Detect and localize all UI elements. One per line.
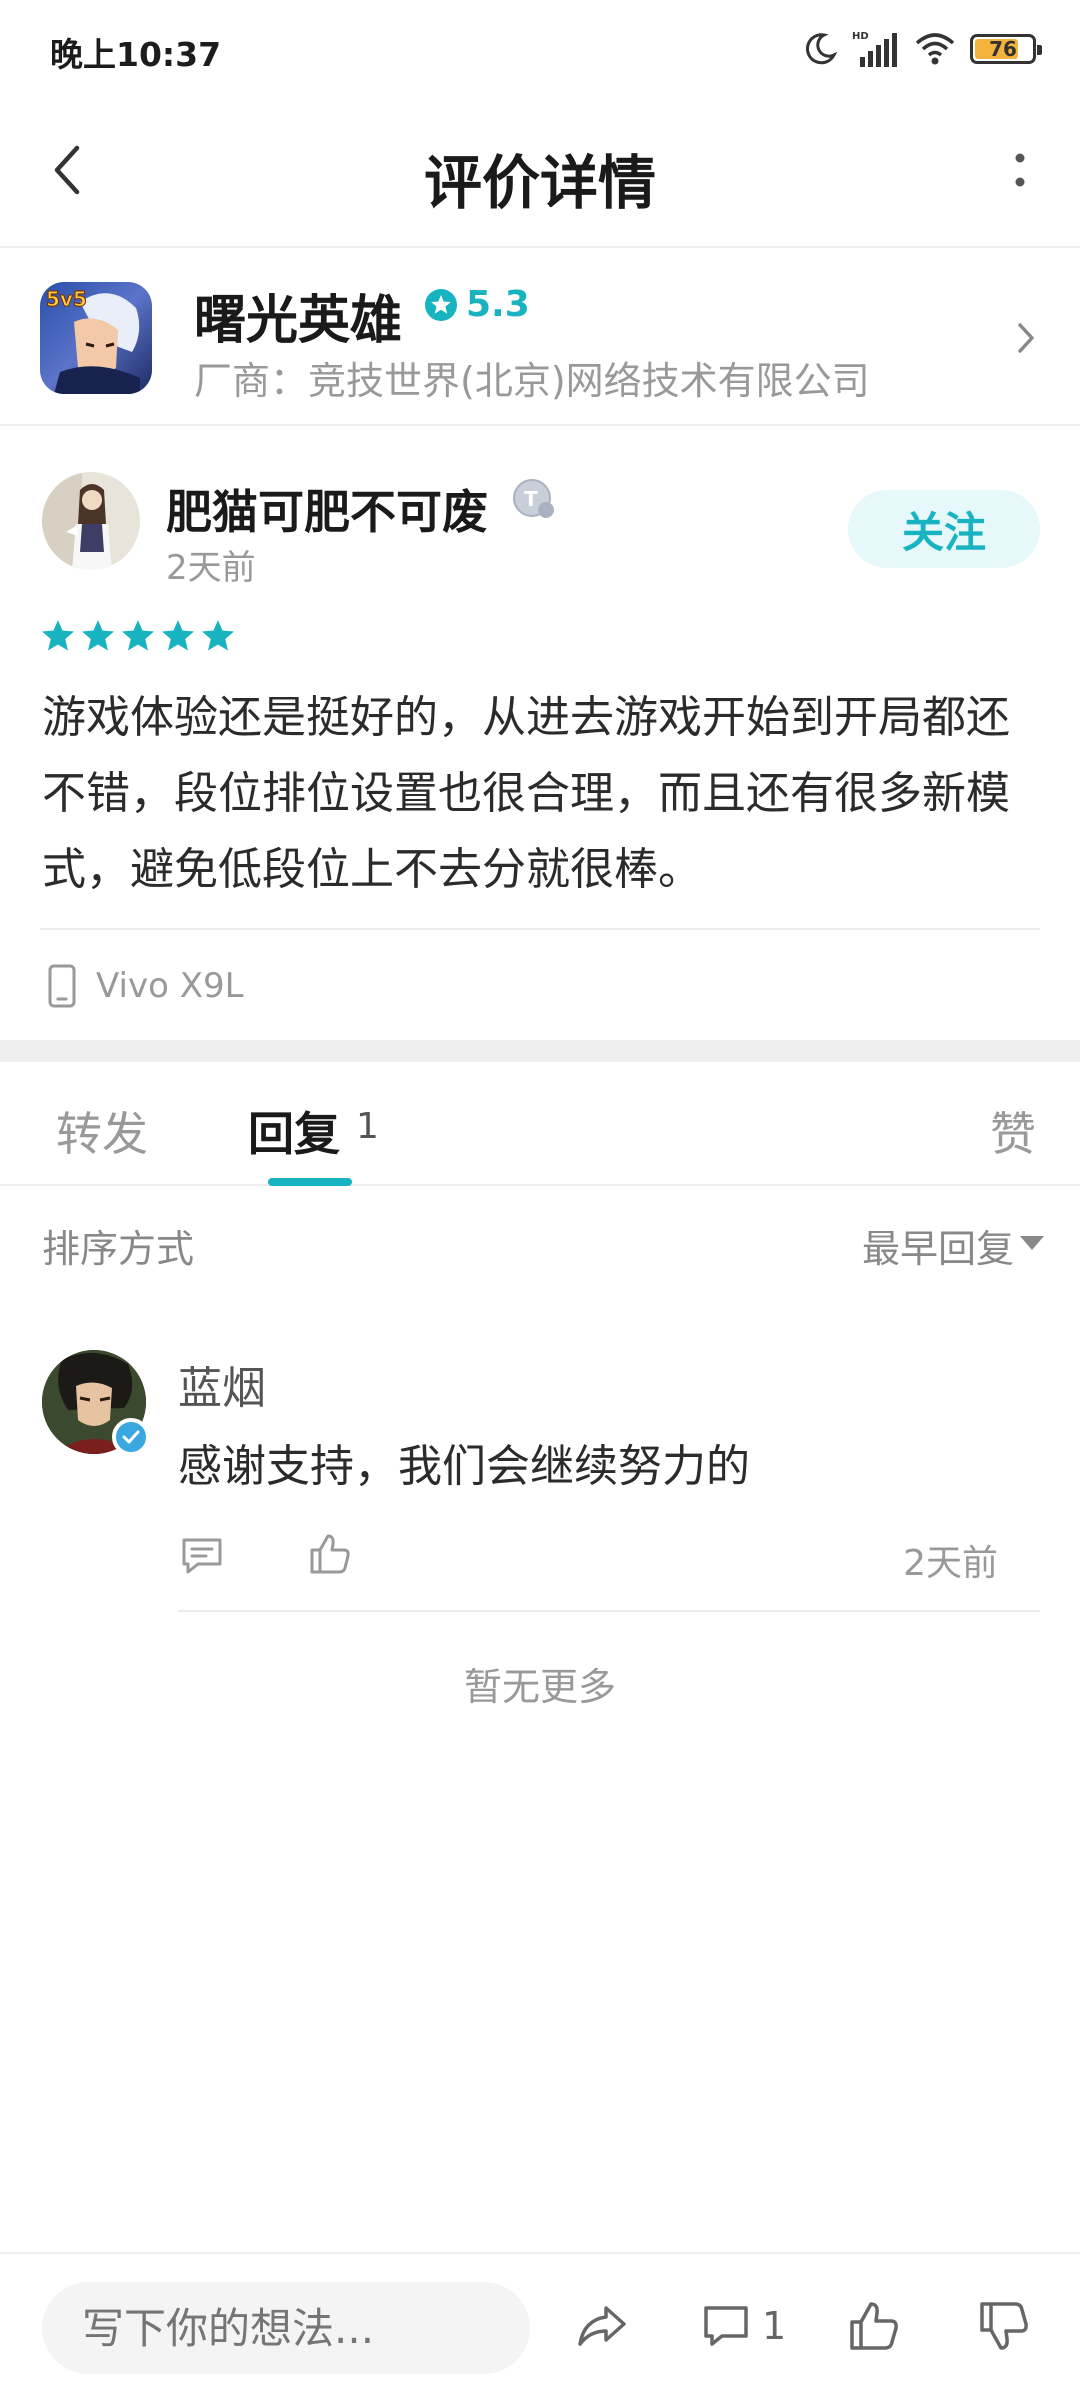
app-rating-value: 5.3	[466, 284, 530, 325]
app-rating: 5.3	[424, 284, 530, 325]
reply-author[interactable]: 蓝烟	[178, 1352, 266, 1416]
share-icon	[578, 2306, 626, 2346]
like-button[interactable]	[846, 2294, 902, 2358]
divider	[40, 928, 1040, 930]
tab-reply[interactable]: 回复	[248, 1098, 340, 1164]
active-tab-indicator	[268, 1178, 352, 1186]
phone-icon	[48, 964, 76, 1008]
dislike-button[interactable]	[976, 2294, 1032, 2358]
chevron-right-icon	[1018, 323, 1034, 353]
star-icon	[202, 620, 234, 651]
reply-text: 感谢支持，我们会继续努力的	[178, 1441, 750, 1492]
battery-icon: 76	[970, 34, 1042, 64]
bottom-bar: 1	[0, 2252, 1080, 2400]
divider	[178, 1610, 1040, 1612]
battery-cap	[1037, 45, 1042, 55]
no-more-text: 暂无更多	[463, 1665, 616, 1709]
wifi-icon	[915, 33, 955, 65]
more-vertical-icon	[1015, 153, 1025, 187]
app-vendor: 厂商：竞技世界(北京)网络技术有限公司	[194, 359, 870, 403]
app-card[interactable]: 5v5 曙光英雄 5.3 厂商：竞技世界(北京)网络技术有限公司	[0, 250, 1080, 426]
sort-dropdown[interactable]: 最早回复	[862, 1218, 1014, 1273]
avatar[interactable]	[42, 472, 140, 570]
star-circle-icon	[425, 288, 457, 321]
page-title: 评价详情	[423, 149, 656, 217]
review-text: 游戏体验还是挺好的，从进去游戏开始到开局都还不错，段位排位设置也很合理，而且还有…	[42, 692, 1010, 895]
follow-button[interactable]: 关注	[848, 490, 1040, 568]
status-icons: HD 76	[802, 26, 1042, 72]
device-info: Vivo X9L	[48, 964, 244, 1008]
star-icon	[122, 620, 154, 651]
comment-button[interactable]: 1	[700, 2294, 786, 2358]
more-button[interactable]	[990, 140, 1050, 200]
user-name[interactable]: 肥猫可肥不可废	[166, 476, 488, 542]
star-icon	[162, 620, 194, 651]
reply-time: 2天前	[903, 1543, 998, 1584]
comment-input[interactable]	[42, 2282, 530, 2374]
svg-text:HD: HD	[852, 31, 869, 42]
comment-icon	[704, 2306, 748, 2346]
rating-stars	[40, 618, 236, 654]
comment-icon	[182, 1538, 222, 1574]
app-icon: 5v5	[40, 282, 152, 394]
tab-forward[interactable]: 转发	[56, 1098, 148, 1164]
status-bar: 晚上10:37 HD 76	[0, 0, 1080, 96]
sort-label: 排序方式	[42, 1227, 195, 1271]
section-divider	[0, 1040, 1080, 1062]
app-icon-text: 5v5	[46, 287, 87, 311]
reply-comment-button[interactable]	[178, 1532, 226, 1580]
header: 评价详情	[0, 96, 1080, 248]
thumbs-down-icon	[980, 2302, 1028, 2350]
review: 肥猫可肥不可废 T 2天前 关注 游戏体验还是挺好的，从进去游戏开始到开局都还不…	[0, 428, 1080, 1040]
tab-reply-count: 1	[356, 1106, 379, 1147]
share-button[interactable]	[574, 2294, 630, 2358]
star-icon	[82, 620, 114, 651]
moon-icon	[805, 33, 838, 65]
review-time: 2天前	[166, 548, 256, 588]
reply-like-button[interactable]	[306, 1530, 354, 1578]
app-name: 曙光英雄	[194, 291, 403, 351]
sort-row: 排序方式 最早回复	[0, 1186, 1080, 1290]
hd-signal-icon: HD	[852, 31, 897, 67]
tab-bar: 转发 回复 1 赞	[0, 1062, 1080, 1186]
star-icon	[42, 620, 74, 651]
tab-like[interactable]: 赞	[990, 1098, 1036, 1164]
caret-down-icon[interactable]	[1020, 1236, 1044, 1250]
battery-level: 76	[989, 37, 1017, 61]
status-time: 晚上10:37	[50, 35, 222, 74]
verified-badge-icon	[112, 1418, 150, 1456]
thumbs-up-icon	[850, 2302, 898, 2350]
badge-text: T	[524, 487, 538, 511]
comment-count: 1	[762, 2304, 787, 2348]
app-detail-chevron[interactable]	[996, 308, 1056, 368]
reply-item: 蓝烟 感谢支持，我们会继续努力的 2天前	[0, 1330, 1080, 1612]
user-level-badge: T	[512, 478, 556, 522]
device-label: Vivo X9L	[96, 966, 244, 1006]
thumbs-up-icon	[310, 1534, 350, 1574]
